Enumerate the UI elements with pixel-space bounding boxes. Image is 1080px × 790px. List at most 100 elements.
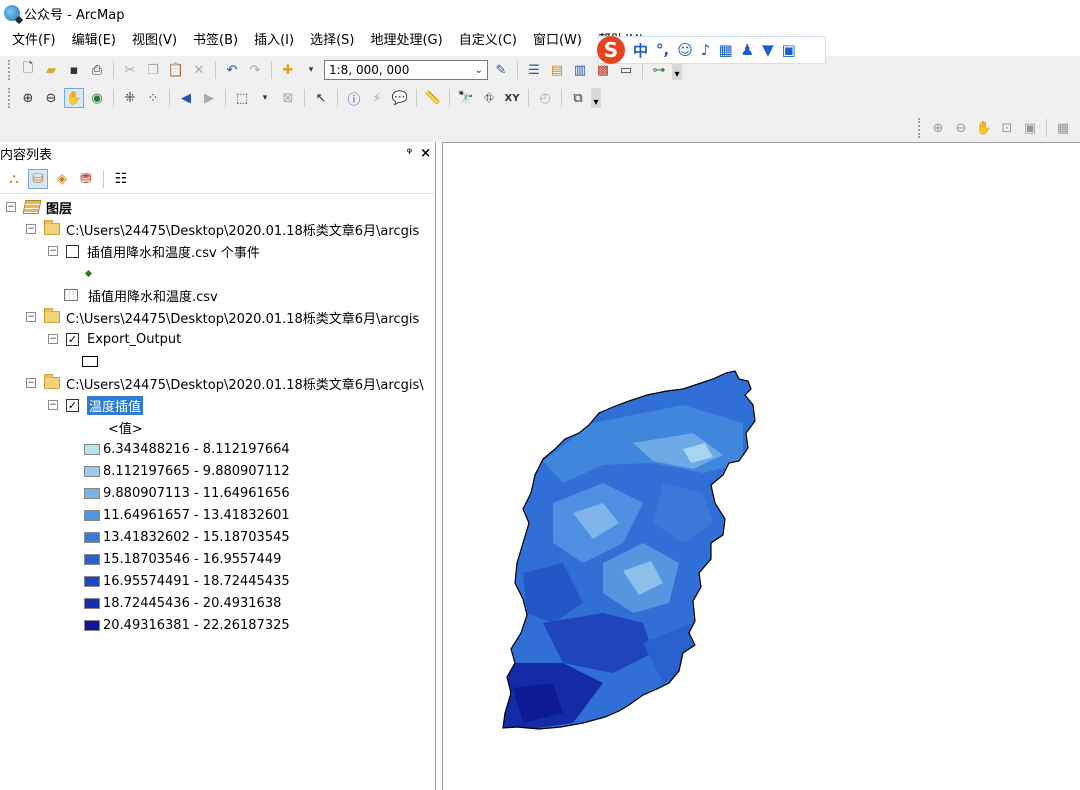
skin-icon[interactable]: ▼: [762, 41, 774, 59]
zoom-out-icon[interactable]: ⊖: [41, 88, 61, 108]
map-canvas[interactable]: [443, 143, 1080, 790]
menu-bookmarks[interactable]: 书签(B): [185, 29, 246, 53]
keyboard-icon[interactable]: ▦: [718, 41, 732, 59]
add-data-icon[interactable]: ✚: [278, 60, 298, 80]
change-layout-icon[interactable]: ▦: [1053, 118, 1073, 138]
list-by-source-icon[interactable]: ⛁: [28, 168, 48, 189]
emoji-icon[interactable]: ☺: [677, 41, 693, 59]
zoom-whole-page-icon[interactable]: ⊡: [997, 118, 1017, 138]
legend-class[interactable]: 9.880907113 - 11.64961656: [84, 482, 290, 504]
map-scale-select[interactable]: 1:8, 000, 000 ⌄: [324, 60, 488, 80]
add-data-dropdown-icon[interactable]: ▾: [301, 60, 321, 80]
delete-icon[interactable]: ✕: [189, 60, 209, 80]
polygon-symbol[interactable]: [82, 350, 98, 372]
time-slider-icon[interactable]: ◴: [535, 88, 555, 108]
go-back-icon[interactable]: ◀: [176, 88, 196, 108]
menu-view[interactable]: 视图(V): [124, 29, 185, 53]
collapse-icon[interactable]: −: [48, 246, 58, 256]
legend-class[interactable]: 18.72445436 - 20.4931638: [84, 592, 281, 614]
workspace-group-2[interactable]: − C:\Users\24475\Desktop\2020.01.18栎类文章6…: [26, 306, 419, 328]
fixed-zoom-out-icon[interactable]: ⁘: [143, 88, 163, 108]
toolbar-options-icon[interactable]: ▾: [591, 88, 601, 108]
toolbar-grip[interactable]: [8, 88, 11, 108]
pin-icon[interactable]: ᵠ: [407, 146, 412, 161]
layers-root[interactable]: − 图层: [6, 196, 72, 218]
toolbar-grip[interactable]: [8, 60, 11, 80]
menu-selection[interactable]: 选择(S): [302, 29, 362, 53]
list-by-selection-icon[interactable]: ⛃: [76, 169, 96, 189]
layer-temperature-interp[interactable]: − ✓ 温度插值: [48, 394, 144, 416]
workspace-group-3[interactable]: − C:\Users\24475\Desktop\2020.01.18栎类文章6…: [26, 372, 424, 394]
layer-export-output[interactable]: − ✓ Export_Output: [48, 328, 181, 350]
point-symbol[interactable]: [84, 262, 93, 284]
go-forward-icon[interactable]: ▶: [199, 88, 219, 108]
catalog-icon[interactable]: ▤: [547, 60, 567, 80]
full-extent-icon[interactable]: ◉: [87, 88, 107, 108]
legend-class[interactable]: 16.95574491 - 18.72445435: [84, 570, 290, 592]
menu-file[interactable]: 文件(F): [4, 29, 64, 53]
workspace-group-1[interactable]: − C:\Users\24475\Desktop\2020.01.18栎类文章6…: [26, 218, 419, 240]
sogou-logo-icon[interactable]: S: [597, 36, 625, 64]
redo-icon[interactable]: ↷: [245, 60, 265, 80]
find-route-icon[interactable]: ⛗: [479, 88, 499, 108]
punctuation-icon[interactable]: °,: [656, 41, 669, 59]
print-icon[interactable]: ⎙: [87, 60, 107, 80]
fixed-zoom-in-icon[interactable]: ⁜: [120, 88, 140, 108]
layer-visibility-checkbox[interactable]: ✓: [66, 398, 79, 412]
collapse-icon[interactable]: −: [26, 378, 36, 388]
ime-mode-label[interactable]: 中: [633, 40, 648, 61]
legend-class[interactable]: 8.112197665 - 9.880907112: [84, 460, 290, 482]
editor-toolbar-icon[interactable]: ✎: [491, 60, 511, 80]
legend-class[interactable]: 13.41832602 - 15.18703545: [84, 526, 290, 548]
hyperlink-icon[interactable]: ⚡: [367, 88, 387, 108]
select-dropdown-icon[interactable]: ▾: [255, 88, 275, 108]
collapse-icon[interactable]: −: [26, 224, 36, 234]
collapse-icon[interactable]: −: [6, 202, 16, 212]
new-document-icon[interactable]: 🗋: [18, 60, 38, 80]
identify-icon[interactable]: ⓘ: [344, 88, 364, 108]
menu-edit[interactable]: 编辑(E): [64, 29, 124, 53]
table-csv[interactable]: 插值用降水和温度.csv: [64, 284, 218, 306]
menu-insert[interactable]: 插入(I): [246, 29, 302, 53]
legend-class[interactable]: 20.49316381 - 22.26187325: [84, 614, 290, 636]
map-display[interactable]: [442, 142, 1080, 790]
layer-visibility-checkbox[interactable]: [66, 244, 79, 258]
menu-customize[interactable]: 自定义(C): [451, 29, 525, 53]
pan-icon[interactable]: ✋: [64, 88, 84, 108]
clear-selection-icon[interactable]: ⊠: [278, 88, 298, 108]
zoom-100-icon[interactable]: ▣: [1020, 118, 1040, 138]
table-of-contents-icon[interactable]: ☰: [524, 60, 544, 80]
collapse-icon[interactable]: −: [48, 400, 58, 410]
menu-geoprocessing[interactable]: 地理处理(G): [362, 29, 450, 53]
menu-windows[interactable]: 窗口(W): [525, 29, 590, 53]
zoom-in-icon[interactable]: ⊕: [18, 88, 38, 108]
select-features-icon[interactable]: ⬚: [232, 88, 252, 108]
select-elements-icon[interactable]: ↖: [311, 88, 331, 108]
close-icon[interactable]: ×: [420, 146, 431, 161]
list-by-visibility-icon[interactable]: ◈: [52, 169, 72, 189]
go-to-xy-icon[interactable]: XY: [502, 88, 522, 108]
ime-toolbar[interactable]: S 中 °, ☺ ♪ ▦ ♟ ▼ ▣: [597, 36, 826, 64]
toolbar-grip[interactable]: [918, 118, 921, 138]
list-by-drawing-order-icon[interactable]: ⛬: [4, 169, 24, 189]
find-icon[interactable]: 🔭: [456, 88, 476, 108]
open-folder-icon[interactable]: ▰: [41, 60, 61, 80]
layout-zoom-in-icon[interactable]: ⊕: [928, 118, 948, 138]
save-icon[interactable]: ▪: [64, 60, 84, 80]
layer-events[interactable]: − 插值用降水和温度.csv 个事件: [48, 240, 260, 262]
toc-options-icon[interactable]: ☷: [111, 169, 131, 189]
legend-class[interactable]: 15.18703546 - 16.9557449: [84, 548, 281, 570]
measure-icon[interactable]: 📏: [423, 88, 443, 108]
toolbox-icon[interactable]: ▣: [782, 41, 796, 59]
collapse-icon[interactable]: −: [48, 334, 58, 344]
search-window-icon[interactable]: ▥: [570, 60, 590, 80]
layer-visibility-checkbox[interactable]: ✓: [66, 332, 79, 346]
copy-icon[interactable]: ❐: [143, 60, 163, 80]
create-viewer-window-icon[interactable]: ⧉: [568, 88, 588, 108]
layout-zoom-out-icon[interactable]: ⊖: [951, 118, 971, 138]
paste-icon[interactable]: 📋: [166, 60, 186, 80]
user-icon[interactable]: ♟: [741, 41, 754, 59]
undo-icon[interactable]: ↶: [222, 60, 242, 80]
collapse-icon[interactable]: −: [26, 312, 36, 322]
layout-pan-icon[interactable]: ✋: [974, 118, 994, 138]
